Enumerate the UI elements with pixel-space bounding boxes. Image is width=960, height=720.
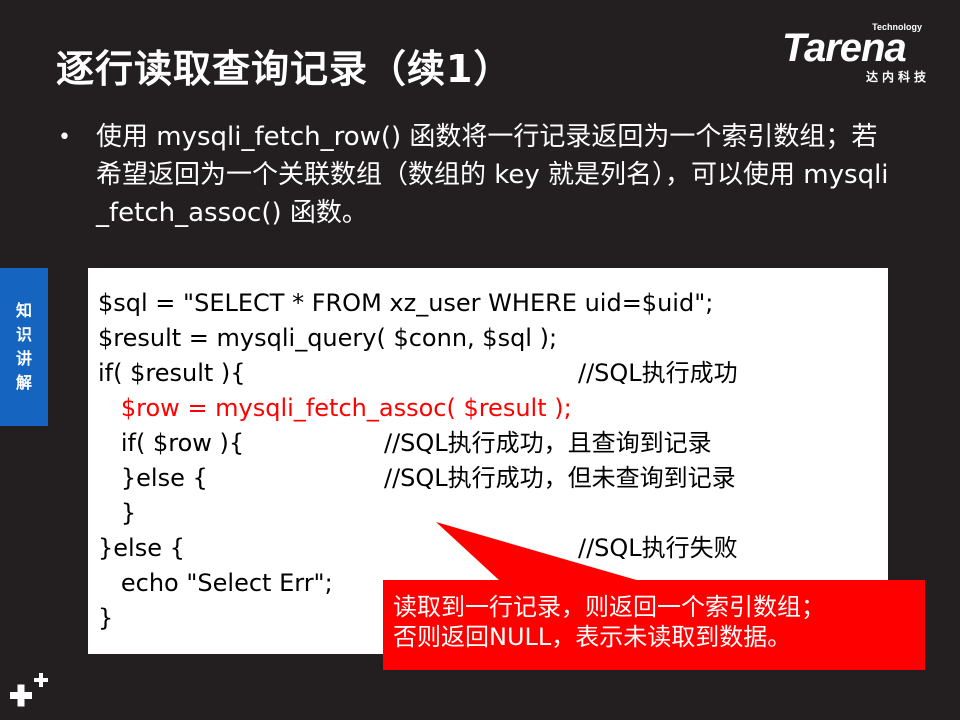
knowledge-tab-char: 讲	[15, 349, 32, 368]
knowledge-tab-char: 解	[15, 373, 32, 392]
code-line-highlight: $row = mysqli_fetch_assoc( $result );	[98, 394, 572, 422]
logo-wordmark: Tarena	[782, 26, 907, 70]
knowledge-tab: 知 识 讲 解	[0, 268, 48, 426]
callout-line: 读取到一行记录，则返回一个索引数组；	[393, 593, 825, 621]
tarena-logo: Technology Tarena 达内科技	[780, 20, 948, 84]
code-line: echo "Select Err";	[98, 569, 333, 597]
code-line: }else {	[98, 464, 208, 492]
code-comment: //SQL执行成功，但未查询到记录	[384, 464, 736, 492]
code-line: }	[98, 499, 137, 527]
callout-box: 读取到一行记录，则返回一个索引数组； 否则返回NULL，表示未读取到数据。	[383, 580, 925, 670]
code-line: if( $result ){	[98, 359, 246, 387]
plus-decoration-icon	[10, 673, 48, 707]
code-line: }else {	[98, 534, 185, 562]
knowledge-tab-char: 识	[15, 325, 32, 344]
bullet-text: 使用 mysqli_fetch_row() 函数将一行记录返回为一个索引数组；若…	[96, 122, 889, 228]
slide-title: 逐行读取查询记录（续1）	[56, 47, 513, 91]
callout-line: 否则返回NULL，表示未读取到数据。	[393, 623, 792, 651]
code-comment: //SQL执行失败	[578, 534, 738, 562]
code-line: }	[98, 604, 114, 632]
code-line: $result = mysqli_query( $conn, $sql );	[98, 324, 558, 352]
bullet-marker: •	[58, 125, 71, 150]
code-comment: //SQL执行成功，且查询到记录	[384, 429, 712, 457]
knowledge-tab-char: 知	[15, 301, 32, 320]
code-comment: //SQL执行成功	[578, 359, 738, 387]
code-line: $sql = "SELECT * FROM xz_user WHERE uid=…	[98, 289, 714, 317]
code-line: if( $row ){	[98, 429, 245, 457]
logo-sub-label: 达内科技	[865, 70, 930, 84]
